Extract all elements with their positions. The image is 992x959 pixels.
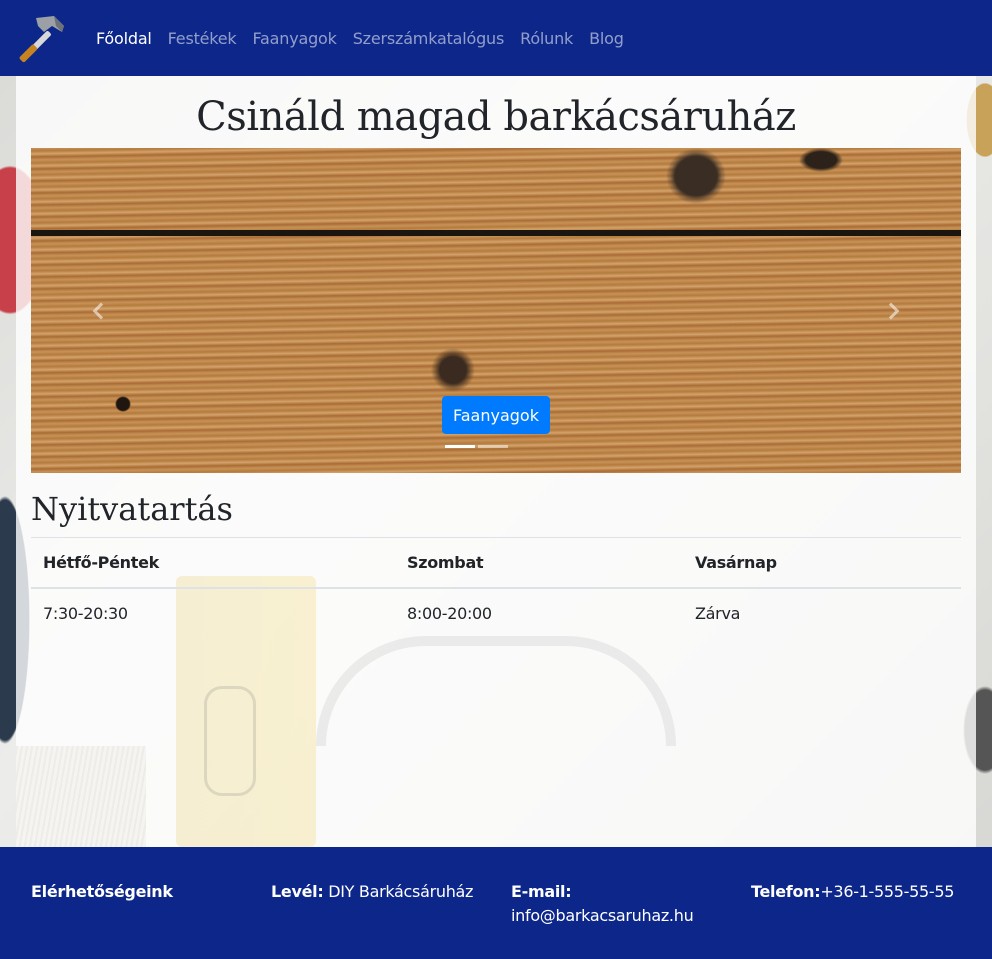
page-title: Csináld magad barkácsáruház	[196, 94, 796, 140]
carousel-indicators	[445, 445, 508, 448]
nav-link-paints[interactable]: Festékek	[160, 29, 245, 48]
image-carousel[interactable]: Faanyagok	[31, 148, 961, 473]
main-content: Csináld magad barkácsáruház Faanyagok Ny…	[16, 76, 976, 847]
navbar: Főoldal Festékek Faanyagok Szerszámkatal…	[0, 0, 992, 76]
mail-label: Levél:	[271, 882, 324, 901]
table-header-row: Hétfő-Péntek Szombat Vasárnap	[31, 537, 961, 589]
carousel-indicator[interactable]	[478, 445, 508, 448]
footer-contacts-heading: Elérhetőségeink	[31, 880, 261, 904]
hours-saturday: 8:00-20:00	[407, 603, 492, 623]
header-saturday: Szombat	[395, 537, 683, 589]
carousel-next-button[interactable]	[821, 148, 961, 473]
hours-sunday: Zárva	[695, 603, 741, 623]
nav-link-tool-catalog[interactable]: Szerszámkatalógus	[345, 29, 512, 48]
opening-hours-table: Hétfő-Péntek Szombat Vasárnap 7:30-20:30…	[31, 537, 961, 638]
nav-link-home[interactable]: Főoldal	[88, 29, 160, 48]
footer-email: E-mail: info@barkacsaruhaz.hu	[511, 880, 741, 928]
phone-label: Telefon:	[751, 882, 821, 901]
chevron-left-icon	[92, 302, 110, 319]
mail-value: DIY Barkácsáruház	[323, 882, 474, 901]
chevron-right-icon	[882, 302, 900, 319]
header-weekdays: Hétfő-Péntek	[31, 537, 395, 589]
carousel-prev-button[interactable]	[31, 148, 171, 473]
nav-links: Főoldal Festékek Faanyagok Szerszámkatal…	[88, 29, 632, 48]
opening-hours-title: Nyitvatartás	[31, 490, 233, 528]
nav-link-about[interactable]: Rólunk	[512, 29, 581, 48]
email-label: E-mail:	[511, 882, 572, 901]
header-sunday: Vasárnap	[683, 537, 961, 589]
nav-link-blog[interactable]: Blog	[581, 29, 632, 48]
footer: Elérhetőségeink Levél: DIY Barkácsáruház…	[0, 847, 992, 959]
carousel-caption-button[interactable]: Faanyagok	[442, 396, 550, 434]
phone-value[interactable]: +36-1-555-55-55	[820, 882, 954, 901]
hammer-icon[interactable]	[14, 10, 70, 66]
nav-link-timber[interactable]: Faanyagok	[245, 29, 345, 48]
crowbar-decoration	[316, 636, 676, 746]
email-value[interactable]: info@barkacsaruhaz.hu	[511, 906, 694, 925]
table-row: 7:30-20:30 8:00-20:00 Zárva	[31, 588, 961, 638]
hours-weekdays: 7:30-20:30	[43, 603, 128, 623]
brush-decoration	[16, 746, 146, 847]
carousel-indicator[interactable]	[445, 445, 475, 448]
footer-mail: Levél: DIY Barkácsáruház	[271, 880, 501, 904]
contacts-heading: Elérhetőségeink	[31, 882, 173, 901]
footer-phone: Telefon:+36-1-555-55-55	[751, 880, 981, 904]
